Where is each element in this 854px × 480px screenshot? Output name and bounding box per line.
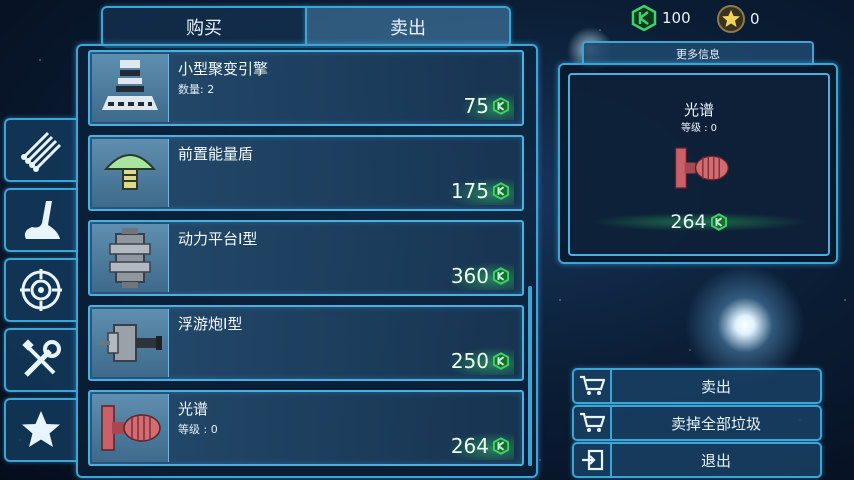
cart-icon (574, 370, 612, 402)
info-price-value: 264 (670, 211, 707, 233)
item-quantity: 数量: 2 (178, 83, 215, 96)
list-item-platform[interactable]: 动力平台I型 360 (88, 220, 524, 296)
star-counter: 0 (716, 4, 760, 34)
item-price: 175 (446, 177, 514, 205)
item-level: 等级 : 0 (178, 423, 218, 436)
item-info-inner: 光谱 等级 : 0 264 (568, 73, 830, 256)
tools-icon (22, 339, 61, 377)
scrollbar[interactable] (528, 286, 532, 466)
tab-buy-label: 购买 (186, 18, 222, 39)
list-item-spectrum[interactable]: 光谱 等级 : 0 264 (88, 390, 524, 466)
item-price: 264 (446, 432, 514, 460)
item-price: 250 (446, 347, 514, 375)
cannon-icon (98, 324, 162, 362)
list-item-engine[interactable]: 小型聚变引擎 数量: 2 75 (88, 50, 524, 126)
sell-all-junk-label: 卖掉全部垃圾 (670, 414, 761, 433)
shield-icon (103, 154, 157, 190)
hook-icon (24, 201, 60, 239)
sell-label: 卖出 (700, 377, 731, 396)
item-price-value: 75 (463, 94, 489, 118)
gem-count: 100 (662, 9, 691, 27)
tab-buy[interactable]: 购买 (101, 6, 307, 48)
exit-button[interactable]: 退出 (572, 442, 822, 478)
star-count: 0 (750, 10, 760, 28)
gem-icon (492, 352, 510, 370)
sell-button[interactable]: 卖出 (572, 368, 822, 404)
tab-sell-label: 卖出 (390, 18, 426, 39)
item-thumbnail (92, 224, 169, 292)
gem-icon (492, 267, 510, 285)
exit-label: 退出 (700, 451, 731, 470)
item-price: 360 (446, 262, 514, 290)
gem-counter: 100 (630, 4, 691, 32)
item-thumbnail (92, 394, 169, 462)
pipes-icon (21, 131, 62, 172)
category-tools[interactable] (4, 328, 76, 392)
gem-icon (492, 437, 510, 455)
category-hook[interactable] (4, 188, 76, 252)
list-item-cannon[interactable]: 浮游炮I型 250 (88, 305, 524, 381)
spectrum-icon (101, 405, 161, 451)
category-pipes[interactable] (4, 118, 76, 182)
item-price-value: 264 (450, 434, 489, 458)
star-icon (22, 411, 60, 447)
info-price: 264 (570, 211, 828, 233)
item-price-value: 175 (450, 179, 489, 203)
item-name: 小型聚变引擎 (178, 60, 269, 78)
gem-icon (631, 4, 657, 32)
gem-icon (492, 97, 510, 115)
list-item-shield[interactable]: 前置能量盾 175 (88, 135, 524, 211)
platform-icon (109, 228, 151, 288)
info-item-name: 光谱 (683, 101, 714, 119)
category-target[interactable] (4, 258, 76, 322)
sell-all-junk-button[interactable]: 卖掉全部垃圾 (572, 405, 822, 441)
more-info-label: 更多信息 (676, 48, 720, 61)
item-name: 前置能量盾 (178, 145, 254, 163)
item-list[interactable]: 小型聚变引擎 数量: 2 75 前置能量盾 175 动力平台I型 360 浮游炮… (76, 44, 538, 478)
engine-icon (102, 60, 158, 110)
exit-icon (574, 444, 612, 476)
item-price-value: 250 (450, 349, 489, 373)
cart-icon (574, 407, 612, 439)
item-thumbnail (92, 139, 169, 207)
star-coin-icon (717, 5, 745, 33)
item-name: 浮游炮I型 (178, 315, 243, 333)
spectrum-icon (674, 147, 730, 189)
tab-sell[interactable]: 卖出 (305, 6, 511, 48)
item-name: 光谱 (178, 400, 209, 418)
gem-icon (710, 213, 727, 231)
item-thumbnail (92, 309, 169, 377)
target-icon (20, 269, 62, 311)
category-favorites[interactable] (4, 398, 76, 462)
gem-icon (492, 182, 510, 200)
item-price-value: 360 (450, 264, 489, 288)
info-item-level: 等级 : 0 (680, 123, 718, 134)
item-name: 动力平台I型 (178, 230, 258, 248)
item-thumbnail (92, 54, 169, 122)
item-info-panel: 光谱 等级 : 0 264 (558, 63, 838, 264)
item-price: 75 (459, 92, 514, 120)
